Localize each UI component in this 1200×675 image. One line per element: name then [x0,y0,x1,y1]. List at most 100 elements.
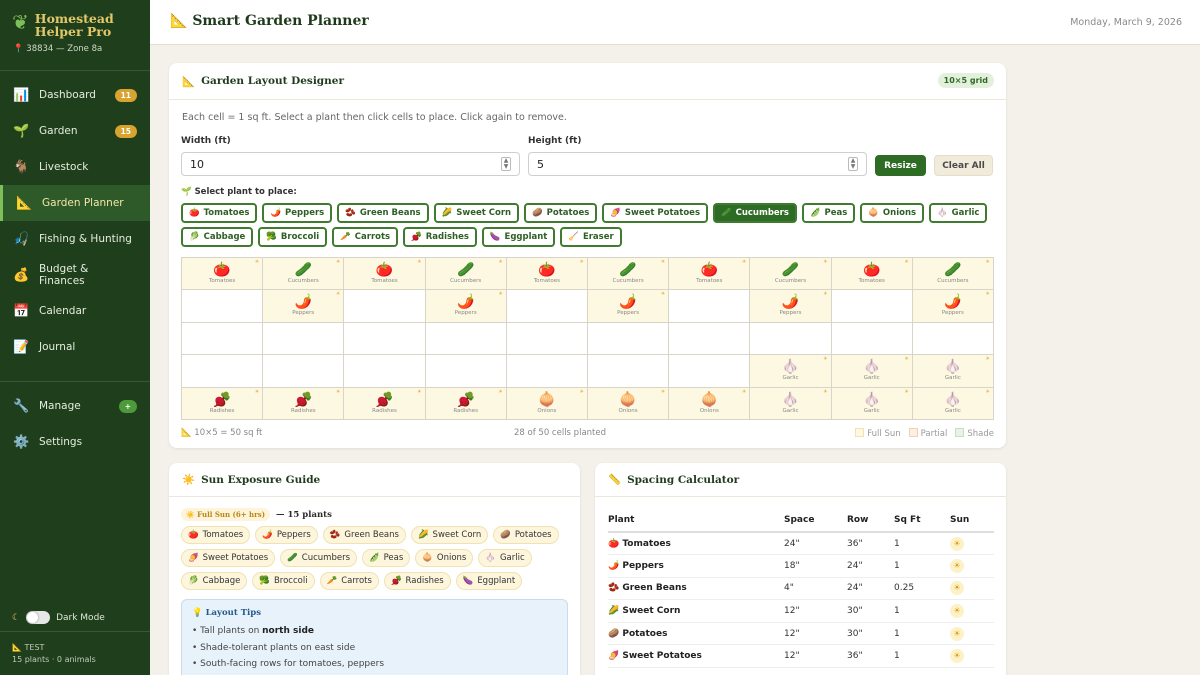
plant-cell: 🥔 Potatoes [608,622,784,646]
potatoes-icon: 🥔 [532,208,543,218]
grid-cell[interactable]: 🫜 Radishes ☀ [263,387,344,419]
grid-cell[interactable] [506,290,587,322]
grid-cell[interactable]: 🌶️ Peppers ☀ [425,290,506,322]
grid-cell[interactable] [182,290,263,322]
grid-cell[interactable]: 🫜 Radishes ☀ [425,387,506,419]
full-sun-plants: 🍅 Tomatoes 🌶️ Peppers 🫘 Green Beans 🌽 Sweet Cor… [181,526,561,590]
plant-chip-eggplant[interactable]: 🍆 Eggplant [481,227,556,247]
grid-cell[interactable]: 🥒 Cucumbers ☀ [425,258,506,290]
grid-cell[interactable] [831,290,912,322]
grid-cell[interactable]: 🍅 Tomatoes ☀ [669,258,750,290]
grid-cell[interactable]: 🥒 Cucumbers ☀ [912,258,993,290]
sidebar-item-garden-planner[interactable]: 📐 Garden Planner [0,185,150,221]
grid-cell[interactable]: 🍅 Tomatoes ☀ [506,258,587,290]
grid-cell[interactable]: 🥒 Cucumbers ☀ [587,258,669,290]
grid-cell[interactable]: 🧅 Onions ☀ [669,387,750,419]
col-row: Row [847,508,894,533]
grid-cell[interactable]: 🧅 Onions ☀ [506,387,587,419]
sidebar-item-garden[interactable]: 🌱 Garden 15 [0,113,150,149]
sidebar-item-livestock[interactable]: 🐐 Livestock [0,149,150,185]
grid-cell[interactable] [182,355,263,387]
grid-cell[interactable] [344,290,425,322]
grid-cell[interactable]: 🧄 Garlic ☀ [912,355,993,387]
plant-chip-sweet-corn[interactable]: 🌽 Sweet Corn [433,203,520,223]
plant-chip-radishes[interactable]: 🫜 Radishes [403,227,477,247]
tomatoes-icon: 🍅 [375,262,394,278]
grid-cell[interactable]: 🌶️ Peppers ☀ [750,290,831,322]
grid-cell[interactable]: 🌶️ Peppers ☀ [912,290,993,322]
height-input[interactable]: 5 ▲ ▼ [528,152,867,176]
grid-cell[interactable] [263,355,344,387]
grid-cell[interactable] [750,322,831,355]
plant-chip-carrots[interactable]: 🥕 Carrots [332,227,399,247]
wrench-icon: 🔧 [13,398,30,414]
sidebar-item-dashboard[interactable]: 📊 Dashboard 11 [0,77,150,113]
seedling-icon: 🌱 [13,123,30,139]
sun-icon: ☀ [741,259,747,265]
grid-cell[interactable] [263,322,344,355]
grid-cell[interactable] [912,322,993,355]
plant-chip-sweet-potatoes[interactable]: 🍠 Sweet Potatoes [602,203,708,223]
grid-cell[interactable] [425,355,506,387]
sidebar-item-manage[interactable]: 🔧 Manage + [0,388,150,424]
grid-cell[interactable]: 🫜 Radishes ☀ [344,387,425,419]
height-stepper[interactable]: ▲ ▼ [848,157,858,171]
sun-icon: ☀ [985,356,990,363]
plant-chip-broccoli[interactable]: 🥦 Broccoli [258,227,328,247]
plant-chip-tomatoes[interactable]: 🍅 Tomatoes [181,203,258,223]
grid-cell[interactable]: 🥒 Cucumbers ☀ [263,258,344,290]
plant-chip-potatoes[interactable]: 🥔 Potatoes [524,203,598,223]
grid-cell[interactable] [669,355,750,387]
sqft-cell: 1 [894,644,950,669]
grid-cell[interactable] [669,290,750,322]
plant-chip-peas[interactable]: 🫛 Peas [801,203,856,223]
grid-cell[interactable]: 🧄 Garlic ☀ [912,387,993,419]
sun-plant-label: Eggplant [477,576,516,586]
width-input[interactable]: 10 ▲ ▼ [181,152,520,176]
grid-cell[interactable]: 🍅 Tomatoes ☀ [182,258,263,290]
plant-chip-peppers[interactable]: 🌶️ Peppers [262,203,333,223]
grid-cell[interactable]: 🍅 Tomatoes ☀ [831,258,912,290]
sweet-potatoes-icon: 🍠 [608,651,623,662]
sidebar-item-journal[interactable]: 📝 Journal [0,329,150,365]
radishes-icon: 🫜 [411,232,422,242]
grid-cell[interactable] [344,355,425,387]
sun-plant-peas: 🫛 Peas [362,549,411,567]
sidebar-item-fishing-hunting[interactable]: 🎣 Fishing & Hunting [0,221,150,257]
grid-cell[interactable] [506,322,587,355]
plant-chip-cucumbers[interactable]: 🥒 Cucumbers [713,203,797,223]
clear-all-button[interactable]: Clear All [934,155,993,176]
grid-cell[interactable]: 🫜 Radishes ☀ [182,387,263,419]
dark-mode-toggle[interactable] [26,611,51,624]
grid-cell[interactable] [669,322,750,355]
resize-button[interactable]: Resize [875,155,926,176]
grid-cell[interactable]: 🍅 Tomatoes ☀ [344,258,425,290]
grid-cell[interactable] [587,322,669,355]
plant-chip-label: Green Beans [359,208,421,218]
plant-chip-onions[interactable]: 🧅 Onions [860,203,925,223]
grid-cell[interactable] [506,355,587,387]
grid-cell[interactable]: 🧄 Garlic ☀ [750,387,831,419]
grid-cell[interactable] [831,322,912,355]
sidebar-item-budget-finances[interactable]: 💰 Budget & Finances [0,257,150,293]
grid-cell[interactable] [425,322,506,355]
grid-cell[interactable]: 🧄 Garlic ☀ [750,355,831,387]
money-icon: 💰 [13,267,30,283]
grid-cell[interactable]: 🌶️ Peppers ☀ [587,290,669,322]
plant-chip-label: Peppers [285,208,325,218]
grid-cell[interactable]: 🌶️ Peppers ☀ [263,290,344,322]
grid-cell[interactable]: 🧄 Garlic ☀ [831,387,912,419]
grid-cell[interactable] [587,355,669,387]
grid-cell[interactable]: 🥒 Cucumbers ☀ [750,258,831,290]
grid-cell[interactable]: 🧄 Garlic ☀ [831,355,912,387]
sidebar-item-settings[interactable]: ⚙️ Settings [0,424,150,460]
plant-chip-garlic[interactable]: 🧄 Garlic [929,203,988,223]
width-stepper[interactable]: ▲ ▼ [501,157,511,171]
grid-cell[interactable] [344,322,425,355]
plant-chip-cabbage[interactable]: 🥬 Cabbage [181,227,254,247]
sidebar-item-calendar[interactable]: 📅 Calendar [0,293,150,329]
grid-cell[interactable]: 🧅 Onions ☀ [587,387,669,419]
plant-chip-green-beans[interactable]: 🫘 Green Beans [337,203,429,223]
grid-cell[interactable] [182,322,263,355]
plant-chip-eraser[interactable]: 🧹 Eraser [560,227,622,247]
